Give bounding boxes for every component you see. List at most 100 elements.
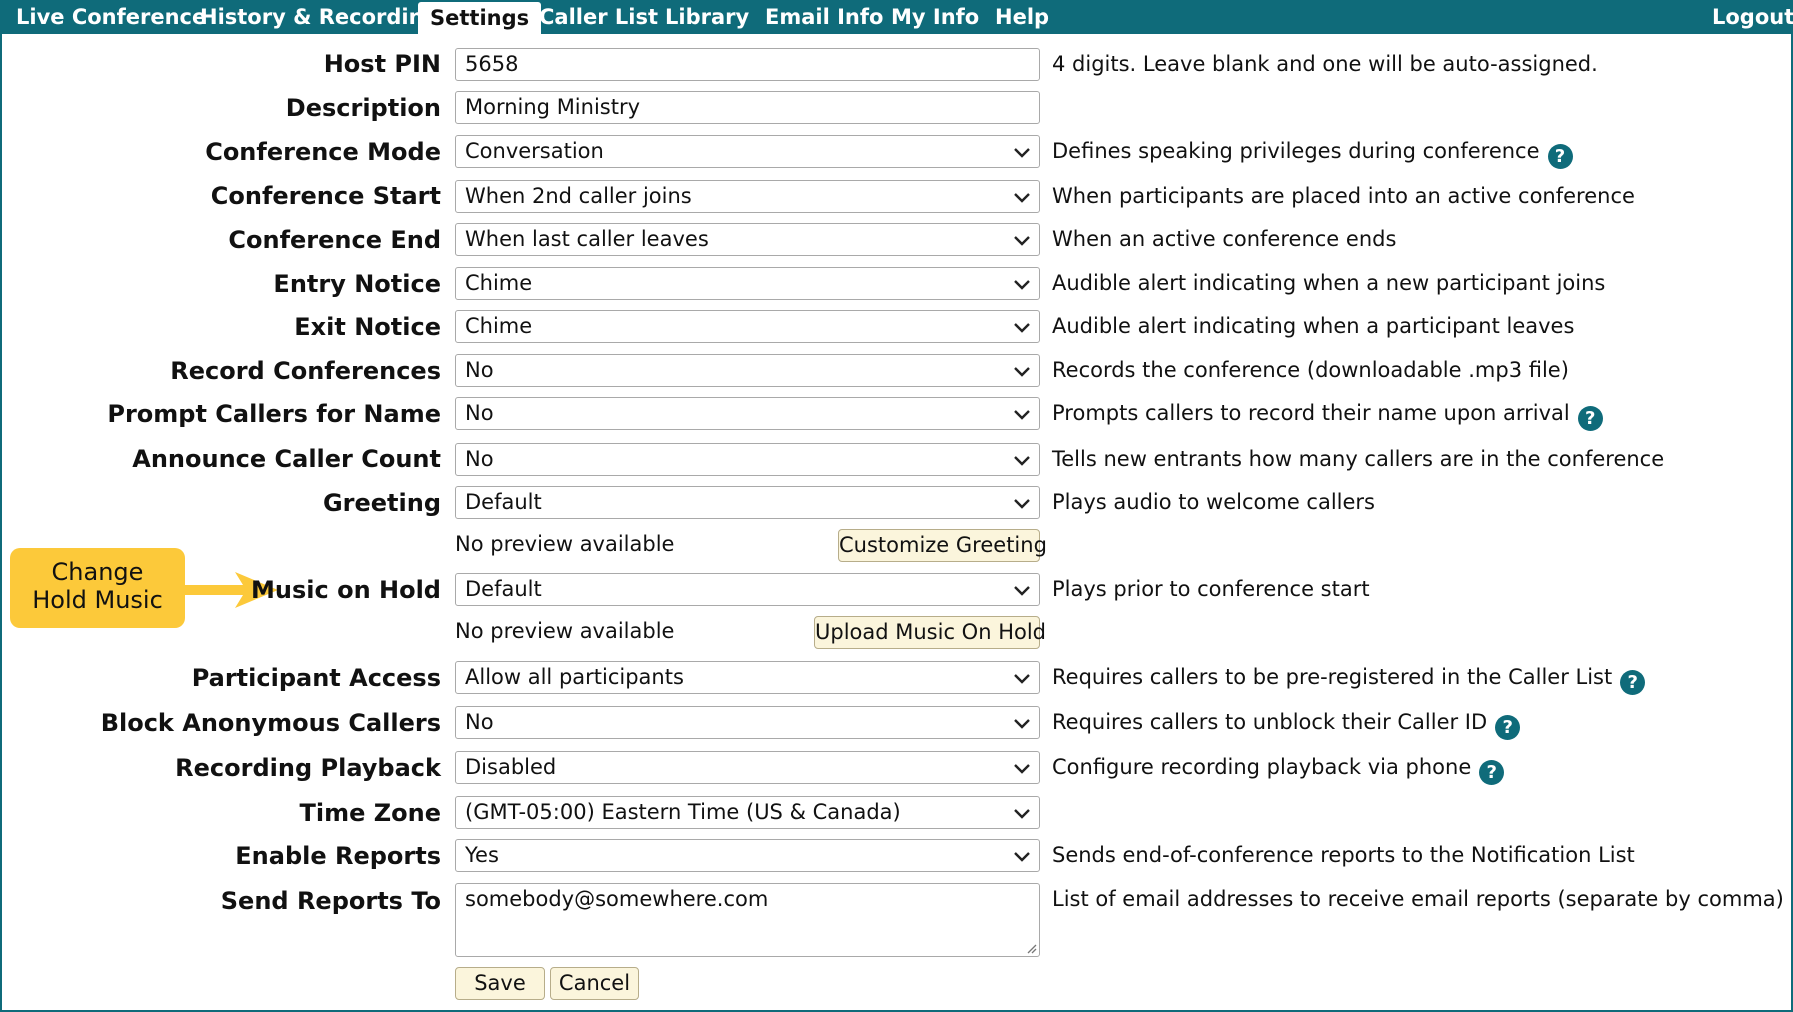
tab-caller-list[interactable]: Caller List — [539, 0, 658, 34]
enable-reports-label: Enable Reports — [235, 842, 441, 870]
description-input[interactable]: Morning Ministry — [455, 91, 1040, 124]
prompt-callers-select[interactable]: No — [455, 397, 1040, 430]
chevron-down-icon — [1014, 367, 1030, 377]
tab-history-recordings[interactable]: History & Recordings — [200, 0, 451, 34]
conference-start-select[interactable]: When 2nd caller joins — [455, 180, 1040, 213]
chevron-down-icon — [1014, 236, 1030, 246]
conference-mode-select[interactable]: Conversation — [455, 135, 1040, 168]
recording-playback-select[interactable]: Disabled — [455, 751, 1040, 784]
conference-mode-value: Conversation — [465, 139, 604, 163]
chevron-down-icon — [1014, 323, 1030, 333]
upload-music-on-hold-button[interactable]: Upload Music On Hold — [814, 616, 1046, 649]
enable-reports-select[interactable]: Yes — [455, 839, 1040, 872]
conference-end-select[interactable]: When last caller leaves — [455, 223, 1040, 256]
help-icon[interactable]: ? — [1495, 715, 1521, 740]
exit-notice-desc: Audible alert indicating when a particip… — [1052, 314, 1575, 338]
prompt-callers-label: Prompt Callers for Name — [107, 400, 441, 428]
greeting-select[interactable]: Default — [455, 486, 1040, 519]
chevron-down-icon — [1014, 719, 1030, 729]
greeting-label: Greeting — [322, 489, 441, 517]
enable-reports-value: Yes — [465, 843, 499, 867]
participant-access-select[interactable]: Allow all participants — [455, 661, 1040, 694]
entry-notice-desc: Audible alert indicating when a new part… — [1052, 271, 1606, 295]
conference-mode-label: Conference Mode — [205, 138, 441, 166]
greeting-preview: No preview available — [455, 532, 675, 556]
host-pin-label: Host PIN — [323, 50, 441, 78]
record-conferences-desc: Records the conference (downloadable .mp… — [1052, 358, 1569, 382]
time-zone-select[interactable]: (GMT-05:00) Eastern Time (US & Canada) — [455, 796, 1040, 829]
announce-count-select[interactable]: No — [455, 443, 1040, 476]
chevron-down-icon — [1014, 586, 1030, 596]
block-anonymous-value: No — [465, 710, 494, 734]
prompt-callers-value: No — [465, 401, 494, 425]
tab-email-info[interactable]: Email Info — [765, 0, 883, 34]
host-pin-input[interactable]: 5658 — [455, 48, 1040, 81]
save-button[interactable]: Save — [455, 967, 545, 1000]
record-conferences-value: No — [465, 358, 494, 382]
help-icon[interactable]: ? — [1620, 670, 1646, 695]
recording-playback-desc: Configure recording playback via phone? — [1052, 755, 1505, 785]
help-icon[interactable]: ? — [1577, 406, 1603, 431]
exit-notice-value: Chime — [465, 314, 533, 338]
announce-count-desc: Tells new entrants how many callers are … — [1052, 447, 1665, 471]
chevron-down-icon — [1014, 148, 1030, 158]
music-on-hold-value: Default — [465, 577, 542, 601]
greeting-value: Default — [465, 490, 542, 514]
tab-help[interactable]: Help — [995, 0, 1049, 34]
music-on-hold-select[interactable]: Default — [455, 573, 1040, 606]
conference-start-desc: When participants are placed into an act… — [1052, 184, 1635, 208]
send-reports-to-desc: List of email addresses to receive email… — [1052, 887, 1784, 911]
exit-notice-label: Exit Notice — [294, 313, 441, 341]
chevron-down-icon — [1014, 280, 1030, 290]
customize-greeting-button[interactable]: Customize Greeting — [838, 529, 1047, 562]
greeting-desc: Plays audio to welcome callers — [1052, 490, 1375, 514]
chevron-down-icon — [1014, 852, 1030, 862]
participant-access-label: Participant Access — [191, 664, 441, 692]
conference-end-label: Conference End — [228, 226, 441, 254]
tab-live-conference[interactable]: Live Conference — [16, 0, 206, 34]
change-hold-music-callout: Change Hold Music — [10, 548, 185, 628]
cancel-button[interactable]: Cancel — [550, 967, 639, 1000]
help-icon[interactable]: ? — [1479, 760, 1505, 785]
resize-grip-icon[interactable] — [1025, 942, 1037, 954]
chevron-down-icon — [1014, 674, 1030, 684]
record-conferences-select[interactable]: No — [455, 354, 1040, 387]
send-reports-to-label: Send Reports To — [220, 887, 441, 915]
participant-access-value: Allow all participants — [465, 665, 684, 689]
recording-playback-value: Disabled — [465, 755, 557, 779]
chevron-down-icon — [1014, 809, 1030, 819]
time-zone-label: Time Zone — [299, 799, 442, 827]
exit-notice-select[interactable]: Chime — [455, 310, 1040, 343]
logout-link[interactable]: Logout — [1712, 0, 1793, 34]
participant-access-desc: Requires callers to be pre-registered in… — [1052, 665, 1646, 695]
enable-reports-desc: Sends end-of-conference reports to the N… — [1052, 843, 1635, 867]
announce-count-label: Announce Caller Count — [132, 445, 441, 473]
chevron-down-icon — [1014, 764, 1030, 774]
block-anonymous-desc: Requires callers to unblock their Caller… — [1052, 710, 1521, 740]
send-reports-to-value: somebody@somewhere.com — [465, 887, 769, 911]
conference-end-value: When last caller leaves — [465, 227, 709, 251]
tab-library[interactable]: Library — [665, 0, 749, 34]
record-conferences-label: Record Conferences — [170, 357, 441, 385]
chevron-down-icon — [1014, 193, 1030, 203]
music-on-hold-desc: Plays prior to conference start — [1052, 577, 1370, 601]
recording-playback-label: Recording Playback — [175, 754, 441, 782]
conference-start-value: When 2nd caller joins — [465, 184, 692, 208]
tab-my-info[interactable]: My Info — [891, 0, 979, 34]
entry-notice-select[interactable]: Chime — [455, 267, 1040, 300]
conference-end-desc: When an active conference ends — [1052, 227, 1397, 251]
conference-mode-desc: Defines speaking privileges during confe… — [1052, 139, 1573, 169]
block-anonymous-select[interactable]: No — [455, 706, 1040, 739]
music-on-hold-label: Music on Hold — [251, 576, 441, 604]
announce-count-value: No — [465, 447, 494, 471]
description-label: Description — [285, 94, 441, 122]
chevron-down-icon — [1014, 410, 1030, 420]
help-icon[interactable]: ? — [1547, 144, 1573, 169]
block-anonymous-label: Block Anonymous Callers — [100, 709, 441, 737]
time-zone-value: (GMT-05:00) Eastern Time (US & Canada) — [465, 800, 901, 824]
send-reports-to-textarea[interactable]: somebody@somewhere.com — [455, 883, 1040, 957]
conference-start-label: Conference Start — [210, 182, 441, 210]
host-pin-desc: 4 digits. Leave blank and one will be au… — [1052, 52, 1598, 76]
tab-settings[interactable]: Settings — [418, 2, 542, 34]
music-on-hold-preview: No preview available — [455, 619, 675, 643]
